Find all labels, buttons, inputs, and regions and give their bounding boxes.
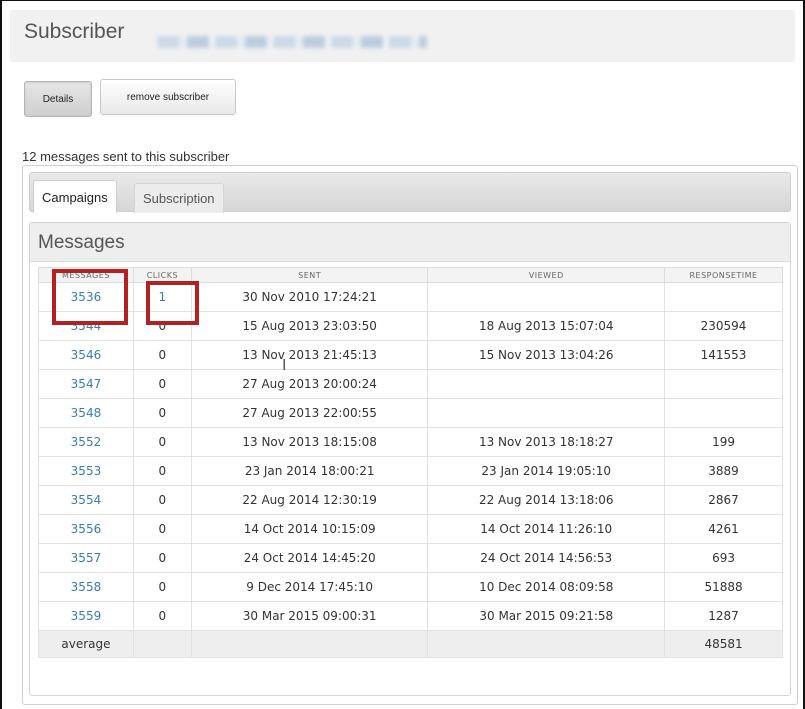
responsetime-cell <box>664 282 783 312</box>
viewed-cell: 13 Nov 2013 18:18:27 <box>427 427 666 457</box>
sent-cell: 13 Nov 2013 18:15:08 <box>190 427 429 457</box>
message-id-link[interactable]: 3548 <box>38 398 134 428</box>
table-row: 3558 0 9 Dec 2014 17:45:10 10 Dec 2014 0… <box>38 572 783 602</box>
table-row: 3554 0 22 Aug 2014 12:30:19 22 Aug 2014 … <box>38 485 783 515</box>
responsetime-cell: 3889 <box>664 456 783 486</box>
viewed-cell: 30 Mar 2015 09:21:58 <box>427 601 666 631</box>
sent-cell: 14 Oct 2014 10:15:09 <box>190 514 429 544</box>
message-id-link[interactable]: 3553 <box>38 456 134 486</box>
sent-cell: 15 Aug 2013 23:03:50 <box>190 311 429 341</box>
responsetime-cell: 1287 <box>664 601 783 631</box>
average-empty-cell <box>190 630 429 658</box>
average-empty-cell <box>132 630 192 658</box>
sent-cell: 22 Aug 2014 12:30:19 <box>190 485 429 515</box>
page-header: Subscriber <box>10 10 795 62</box>
clicks-cell: 0 <box>132 398 192 428</box>
tab-campaigns[interactable]: Campaigns <box>33 180 117 213</box>
text-cursor-icon: I <box>282 356 287 374</box>
table-row: 3552 0 13 Nov 2013 18:15:08 13 Nov 2013 … <box>38 427 783 457</box>
viewed-cell: 14 Oct 2014 11:26:10 <box>427 514 666 544</box>
responsetime-cell: 199 <box>664 427 783 457</box>
responsetime-cell: 51888 <box>664 572 783 602</box>
tab-subscription[interactable]: Subscription <box>134 183 224 213</box>
table-row: 3546 0 13 Nov 2013 21:45:13 15 Nov 2013 … <box>38 340 783 370</box>
message-id-link[interactable]: 3556 <box>38 514 134 544</box>
sent-cell: 23 Jan 2014 18:00:21 <box>190 456 429 486</box>
responsetime-cell <box>664 369 783 399</box>
viewed-cell <box>427 398 666 428</box>
viewed-cell: 24 Oct 2014 14:56:53 <box>427 543 666 573</box>
message-id-link[interactable]: 3552 <box>38 427 134 457</box>
sent-cell: 30 Nov 2010 17:24:21 <box>190 282 429 312</box>
viewed-cell: 22 Aug 2014 13:18:06 <box>427 485 666 515</box>
clicks-cell: 0 <box>132 456 192 486</box>
column-header-sent[interactable]: SENT <box>190 267 429 283</box>
viewed-cell <box>427 282 666 312</box>
clicks-cell: 0 <box>132 485 192 515</box>
column-header-responsetime[interactable]: RESPONSETIME <box>664 267 783 283</box>
details-button[interactable]: Details <box>24 81 92 117</box>
clicks-cell: 0 <box>132 572 192 602</box>
messages-box: Messages MESSAGES CLICKS SENT VIEWED RES… <box>29 222 791 696</box>
responsetime-cell: 693 <box>664 543 783 573</box>
viewed-cell: 10 Dec 2014 08:09:58 <box>427 572 666 602</box>
sent-cell: 9 Dec 2014 17:45:10 <box>190 572 429 602</box>
message-id-link[interactable]: 3554 <box>38 485 134 515</box>
clicks-cell: 0 <box>132 514 192 544</box>
viewed-cell <box>427 369 666 399</box>
message-id-link[interactable]: 3557 <box>38 543 134 573</box>
tab-bar: Campaigns Subscription <box>29 172 791 213</box>
clicks-cell: 0 <box>132 543 192 573</box>
messages-header: Messages <box>30 223 790 262</box>
responsetime-cell <box>664 398 783 428</box>
messages-count-text: 12 messages sent to this subscriber <box>22 149 230 164</box>
average-label: average <box>38 630 134 658</box>
clicks-cell: 0 <box>132 340 192 370</box>
average-row: average 48581 <box>38 630 783 658</box>
message-id-link[interactable]: 3559 <box>38 601 134 631</box>
clicks-cell: 0 <box>132 369 192 399</box>
clicks-cell: 0 <box>132 601 192 631</box>
table-row: 3557 0 24 Oct 2014 14:45:20 24 Oct 2014 … <box>38 543 783 573</box>
highlight-box-message <box>52 269 128 325</box>
responsetime-cell: 4261 <box>664 514 783 544</box>
responsetime-cell: 141553 <box>664 340 783 370</box>
messages-table: MESSAGES CLICKS SENT VIEWED RESPONSETIME… <box>38 267 783 658</box>
message-id-link[interactable]: 3546 <box>38 340 134 370</box>
viewed-cell: 18 Aug 2013 15:07:04 <box>427 311 666 341</box>
average-empty-cell <box>427 630 666 658</box>
responsetime-cell: 230594 <box>664 311 783 341</box>
message-id-link[interactable]: 3547 <box>38 369 134 399</box>
clicks-cell: 0 <box>132 427 192 457</box>
table-row: 3548 0 27 Aug 2013 22:00:55 <box>38 398 783 428</box>
sent-cell: 24 Oct 2014 14:45:20 <box>190 543 429 573</box>
viewed-cell: 23 Jan 2014 19:05:10 <box>427 456 666 486</box>
sent-cell: 27 Aug 2013 22:00:55 <box>190 398 429 428</box>
sent-cell: 13 Nov 2013 21:45:13 <box>190 340 429 370</box>
table-row: 3556 0 14 Oct 2014 10:15:09 14 Oct 2014 … <box>38 514 783 544</box>
column-header-viewed[interactable]: VIEWED <box>427 267 666 283</box>
tabs-panel: Campaigns Subscription Messages MESSAGES… <box>22 165 798 705</box>
messages-title: Messages <box>38 232 125 253</box>
table-row: 3547 0 27 Aug 2013 20:00:24 <box>38 369 783 399</box>
sent-cell: 30 Mar 2015 09:00:31 <box>190 601 429 631</box>
message-id-link[interactable]: 3558 <box>38 572 134 602</box>
redacted-subscriber-name <box>157 36 427 48</box>
highlight-box-clicks <box>146 281 199 325</box>
responsetime-cell: 2867 <box>664 485 783 515</box>
table-row: 3559 0 30 Mar 2015 09:00:31 30 Mar 2015 … <box>38 601 783 631</box>
page-title: Subscriber <box>24 20 125 43</box>
average-responsetime: 48581 <box>664 630 783 658</box>
remove-subscriber-button[interactable]: remove subscriber <box>100 79 236 115</box>
sent-cell: 27 Aug 2013 20:00:24 <box>190 369 429 399</box>
viewed-cell: 15 Nov 2013 13:04:26 <box>427 340 666 370</box>
table-row: 3553 0 23 Jan 2014 18:00:21 23 Jan 2014 … <box>38 456 783 486</box>
